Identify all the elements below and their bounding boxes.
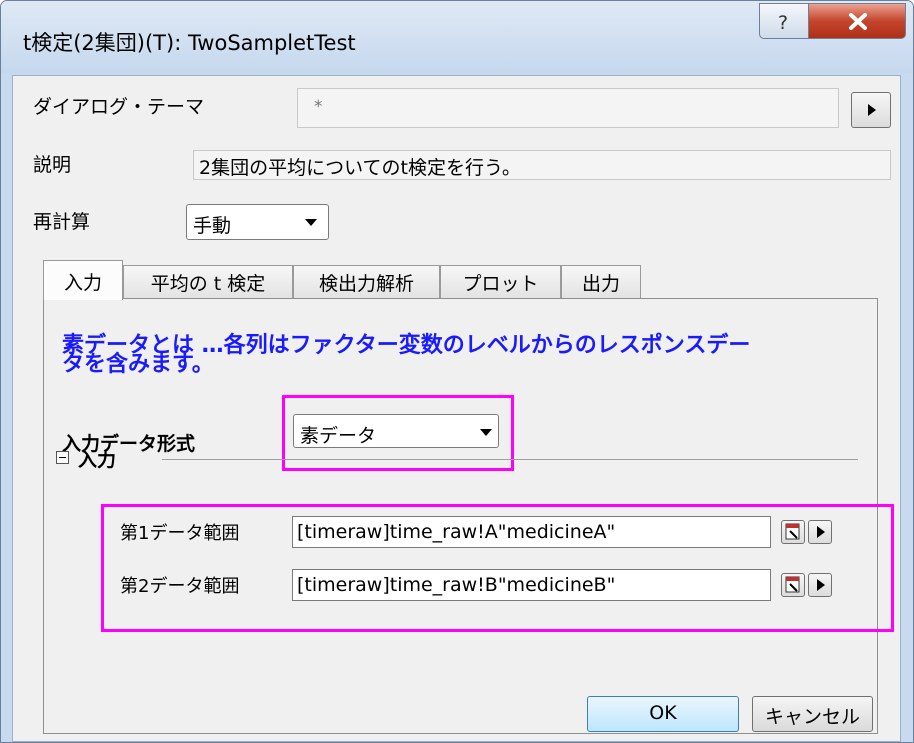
- dialog-body: ダイアログ・テーマ * 説明 2集団の平均についてのt検定を行う。 再計算 手動…: [12, 75, 901, 742]
- input-format-value: 素データ: [300, 425, 377, 447]
- svg-text:?: ?: [778, 12, 788, 34]
- tab-mean-t-test[interactable]: 平均の t 検定: [123, 265, 293, 299]
- tab-power-analysis[interactable]: 検出力解析: [293, 265, 440, 299]
- dialog-window: t検定(2集団)(T): TwoSampletTest ? ダイアログ・テーマ …: [0, 0, 914, 743]
- range2-input[interactable]: [timeraw]time_raw!B"medicineB": [292, 569, 771, 601]
- play-arrow-icon: [817, 526, 825, 538]
- close-icon: [849, 13, 867, 30]
- recalculate-value: 手動: [193, 215, 232, 237]
- help-button[interactable]: ?: [759, 3, 809, 39]
- cancel-button[interactable]: キャンセル: [752, 696, 873, 732]
- close-button[interactable]: [808, 3, 906, 39]
- select-range-icon: [785, 576, 800, 593]
- select-range-icon: [785, 523, 800, 540]
- range2-select-button[interactable]: [781, 573, 805, 597]
- group-divider: [162, 459, 858, 460]
- dialog-theme-label: ダイアログ・テーマ: [33, 96, 205, 118]
- window-title: t検定(2集団)(T): TwoSampletTest: [23, 31, 356, 55]
- input-format-dropdown[interactable]: 素データ: [293, 414, 499, 448]
- theme-menu-button[interactable]: [851, 92, 891, 128]
- description-label: 説明: [33, 154, 72, 176]
- range1-input[interactable]: [timeraw]time_raw!A"medicineA": [292, 516, 771, 548]
- range1-select-button[interactable]: [781, 520, 805, 544]
- play-arrow-icon: [817, 579, 825, 591]
- dialog-theme-field[interactable]: *: [297, 88, 839, 128]
- ok-button[interactable]: OK: [587, 696, 739, 732]
- help-icon: ?: [778, 12, 788, 34]
- recalculate-label: 再計算: [33, 211, 91, 233]
- chevron-down-icon: [305, 219, 317, 226]
- recalculate-dropdown[interactable]: 手動: [186, 204, 329, 240]
- tab-plot[interactable]: プロット: [440, 265, 561, 299]
- description-field: 2集団の平均についてのt検定を行う。: [193, 150, 891, 180]
- chevron-down-icon: [480, 429, 492, 436]
- range2-menu-button[interactable]: [808, 573, 832, 597]
- play-arrow-icon: [868, 104, 876, 116]
- range1-menu-button[interactable]: [808, 520, 832, 544]
- title-bar[interactable]: t検定(2集団)(T): TwoSampletTest ?: [1, 1, 913, 73]
- input-tab-panel: 素データとは …各列はファクター変数のレベルからのレスポンスデー タを含みます。…: [43, 298, 894, 734]
- range1-label: 第1データ範囲: [120, 523, 240, 544]
- tab-output[interactable]: 出力: [561, 265, 641, 299]
- range2-label: 第2データ範囲: [120, 576, 240, 597]
- input-group-label: 入力: [78, 449, 117, 471]
- input-format-hint: 素データとは …各列はファクター変数のレベルからのレスポンスデー タを含みます。: [62, 335, 862, 376]
- tab-input[interactable]: 入力: [43, 260, 123, 300]
- collapse-icon[interactable]: [56, 451, 69, 464]
